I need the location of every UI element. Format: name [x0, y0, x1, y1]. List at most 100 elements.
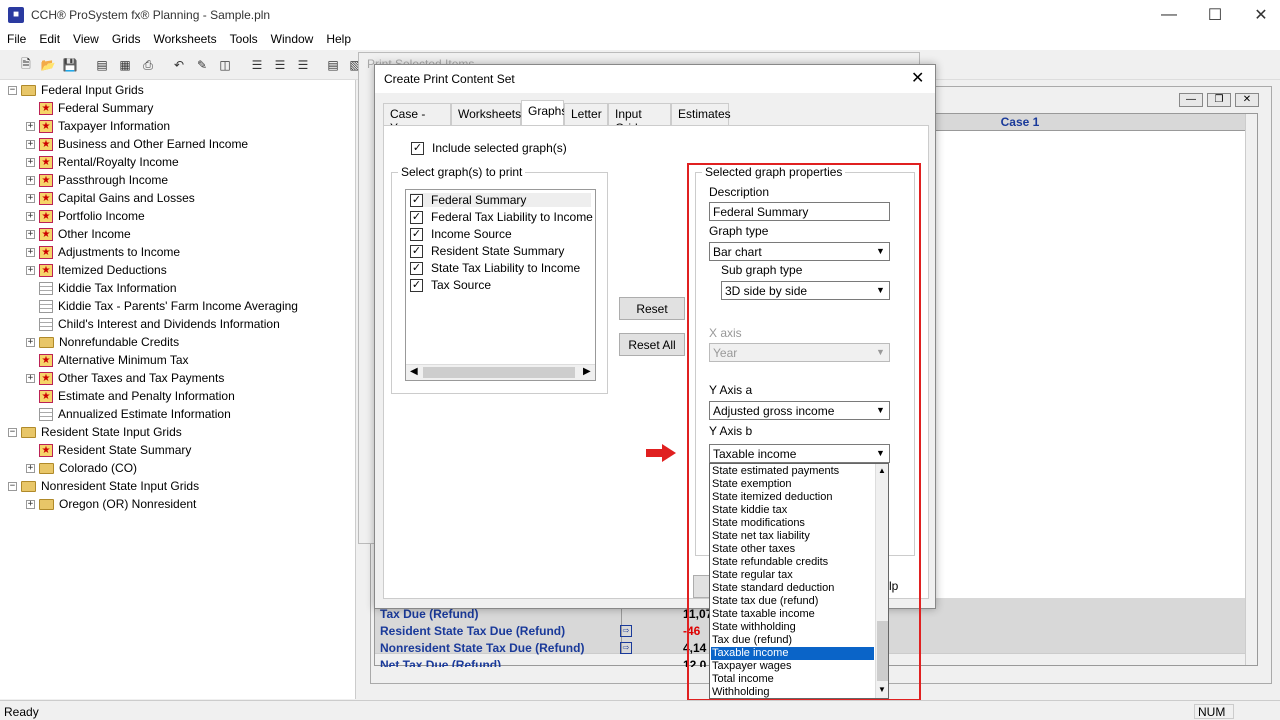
menu-help[interactable]: Help [319, 30, 357, 46]
grid-vertical-scrollbar[interactable] [1245, 114, 1257, 665]
tree-item[interactable]: ★ Alternative Minimum Tax [26, 351, 189, 369]
eraser-icon[interactable]: ✎ [193, 56, 211, 74]
expand-icon[interactable]: + [26, 463, 35, 473]
tree-item[interactable]: + Colorado (CO) [26, 459, 137, 477]
tree-item[interactable]: + Oregon (OR) Nonresident [26, 495, 196, 513]
menu-grids[interactable]: Grids [105, 30, 147, 46]
grid-minimize-button[interactable]: — [1179, 93, 1203, 107]
tree-item[interactable]: + ★ Business and Other Earned Income [26, 135, 248, 153]
tree-item[interactable]: + ★ Rental/Royalty Income [26, 153, 179, 171]
print-preview-icon[interactable]: ▤ [93, 56, 111, 74]
graph-list-item[interactable]: ✓ Resident State Summary [410, 244, 564, 258]
tree-item[interactable]: Kiddie Tax Information [26, 279, 177, 297]
graph-checkbox[interactable]: ✓ [410, 193, 423, 207]
close-button[interactable]: ✕ [1238, 0, 1280, 30]
minimize-button[interactable]: — [1146, 0, 1192, 30]
graph-list[interactable]: ✓ Federal Summary ✓ Federal Tax Liability t… [405, 189, 596, 381]
expand-icon[interactable]: + [26, 121, 35, 131]
tree-item[interactable]: + ★ Other Taxes and Tax Payments [26, 369, 224, 387]
graph-checkbox[interactable]: ✓ [410, 278, 423, 292]
save-icon[interactable]: 💾 [61, 56, 79, 74]
tree-item[interactable]: + ★ Adjustments to Income [26, 243, 180, 261]
collapse-icon[interactable]: − [8, 481, 17, 491]
menu-edit[interactable]: Edit [32, 30, 66, 46]
undo-icon[interactable]: ↶ [170, 56, 188, 74]
app-icon[interactable]: ■ [8, 7, 24, 23]
tree-item-label: Business and Other Earned Income [58, 137, 249, 151]
star-grid-icon: ★ [39, 119, 53, 133]
tree-item[interactable]: + ★ Taxpayer Information [26, 117, 170, 135]
tree-item[interactable]: ★ Estimate and Penalty Information [26, 387, 235, 405]
new-file-icon[interactable]: 🗎 [17, 56, 35, 74]
tree-item-label: Other Taxes and Tax Payments [58, 371, 225, 385]
expand-icon[interactable]: + [26, 247, 35, 257]
menu-worksheets[interactable]: Worksheets [147, 30, 223, 46]
graph-checkbox[interactable]: ✓ [410, 227, 423, 241]
link-icon[interactable]: ⇨ [620, 625, 632, 637]
expand-icon[interactable]: + [26, 499, 35, 509]
expand-icon[interactable]: + [26, 139, 35, 149]
graph-list-item[interactable]: ✓ Federal Tax Liability to Income [410, 210, 593, 224]
tree-item[interactable]: Child's Interest and Dividends Informati… [26, 315, 280, 333]
list-indent-icon[interactable]: ☰ [271, 56, 289, 74]
tree-item[interactable]: ★ Resident State Summary [26, 441, 191, 459]
tree-item[interactable]: + ★ Other Income [26, 225, 131, 243]
open-folder-icon[interactable]: 📂 [39, 56, 57, 74]
expand-icon[interactable]: + [26, 265, 35, 275]
grid-restore-button[interactable]: ❐ [1207, 93, 1231, 107]
print-setup-icon[interactable]: ▦ [116, 56, 134, 74]
tree-item[interactable]: ★ Federal Summary [26, 99, 153, 117]
reset-button[interactable]: Reset [619, 297, 685, 320]
menu-window[interactable]: Window [264, 30, 320, 46]
expand-icon[interactable]: + [26, 229, 35, 239]
menu-view[interactable]: View [66, 30, 105, 46]
graph-list-scrollbar[interactable]: ◀ ▶ [406, 364, 595, 380]
expand-icon[interactable]: + [26, 175, 35, 185]
collapse-icon[interactable]: − [8, 427, 17, 437]
print-icon[interactable]: ⎙ [139, 56, 157, 74]
include-graphs-checkbox[interactable]: ✓ [411, 141, 424, 155]
worksheet-icon[interactable]: ▤ [324, 56, 342, 74]
reset-all-button[interactable]: Reset All [619, 333, 685, 356]
tree-item[interactable]: + ★ Passthrough Income [26, 171, 168, 189]
tab-case-year[interactable]: Case - Year [383, 103, 451, 135]
expand-icon[interactable]: + [26, 373, 35, 383]
grid-close-button[interactable]: ✕ [1235, 93, 1259, 107]
expand-icon[interactable]: + [26, 193, 35, 203]
graph-checkbox[interactable]: ✓ [410, 210, 423, 224]
tree-item[interactable]: Annualized Estimate Information [26, 405, 231, 423]
tree-item[interactable]: + ★ Capital Gains and Losses [26, 189, 195, 207]
tab-worksheets[interactable]: Worksheets [451, 103, 521, 125]
graph-list-item[interactable]: ✓ Income Source [410, 227, 512, 241]
list-numbered-icon[interactable]: ☰ [248, 56, 266, 74]
graph-list-item[interactable]: ✓ Federal Summary [410, 193, 591, 207]
maximize-button[interactable]: ☐ [1192, 0, 1238, 30]
graph-checkbox[interactable]: ✓ [410, 244, 423, 258]
tab-input-grids[interactable]: Input Grids [608, 103, 671, 135]
tab-letter[interactable]: Letter [564, 103, 608, 125]
graph-checkbox[interactable]: ✓ [410, 261, 423, 275]
expand-icon[interactable]: + [26, 337, 35, 347]
tree-item-label: Estimate and Penalty Information [58, 389, 235, 403]
expand-icon[interactable]: + [26, 157, 35, 167]
tree-root[interactable]: − Federal Input Grids [8, 81, 144, 99]
expand-icon[interactable]: + [26, 211, 35, 221]
tree-root[interactable]: − Nonresident State Input Grids [8, 477, 199, 495]
tree-item[interactable]: + Nonrefundable Credits [26, 333, 179, 351]
tree-item[interactable]: Kiddie Tax - Parents' Farm Income Averag… [26, 297, 298, 315]
collapse-icon[interactable]: − [8, 85, 17, 95]
graph-list-item[interactable]: ✓ State Tax Liability to Income [410, 261, 580, 275]
menu-file[interactable]: File [0, 30, 32, 46]
tree-item-label: Nonrefundable Credits [59, 335, 180, 349]
tree-item[interactable]: + ★ Itemized Deductions [26, 261, 167, 279]
graph-list-item[interactable]: ✓ Tax Source [410, 278, 491, 292]
tree-root[interactable]: − Resident State Input Grids [8, 423, 182, 441]
tab-estimates[interactable]: Estimates [671, 103, 731, 125]
table-icon[interactable]: ◫ [216, 56, 234, 74]
menu-tools[interactable]: Tools [223, 30, 264, 46]
tree-item[interactable]: + ★ Portfolio Income [26, 207, 145, 225]
link-icon[interactable]: ⇨ [620, 642, 632, 654]
list-outdent-icon[interactable]: ☰ [294, 56, 312, 74]
dialog-close-icon[interactable]: ✕ [911, 68, 924, 88]
tab-graphs[interactable]: Graphs [521, 100, 567, 125]
